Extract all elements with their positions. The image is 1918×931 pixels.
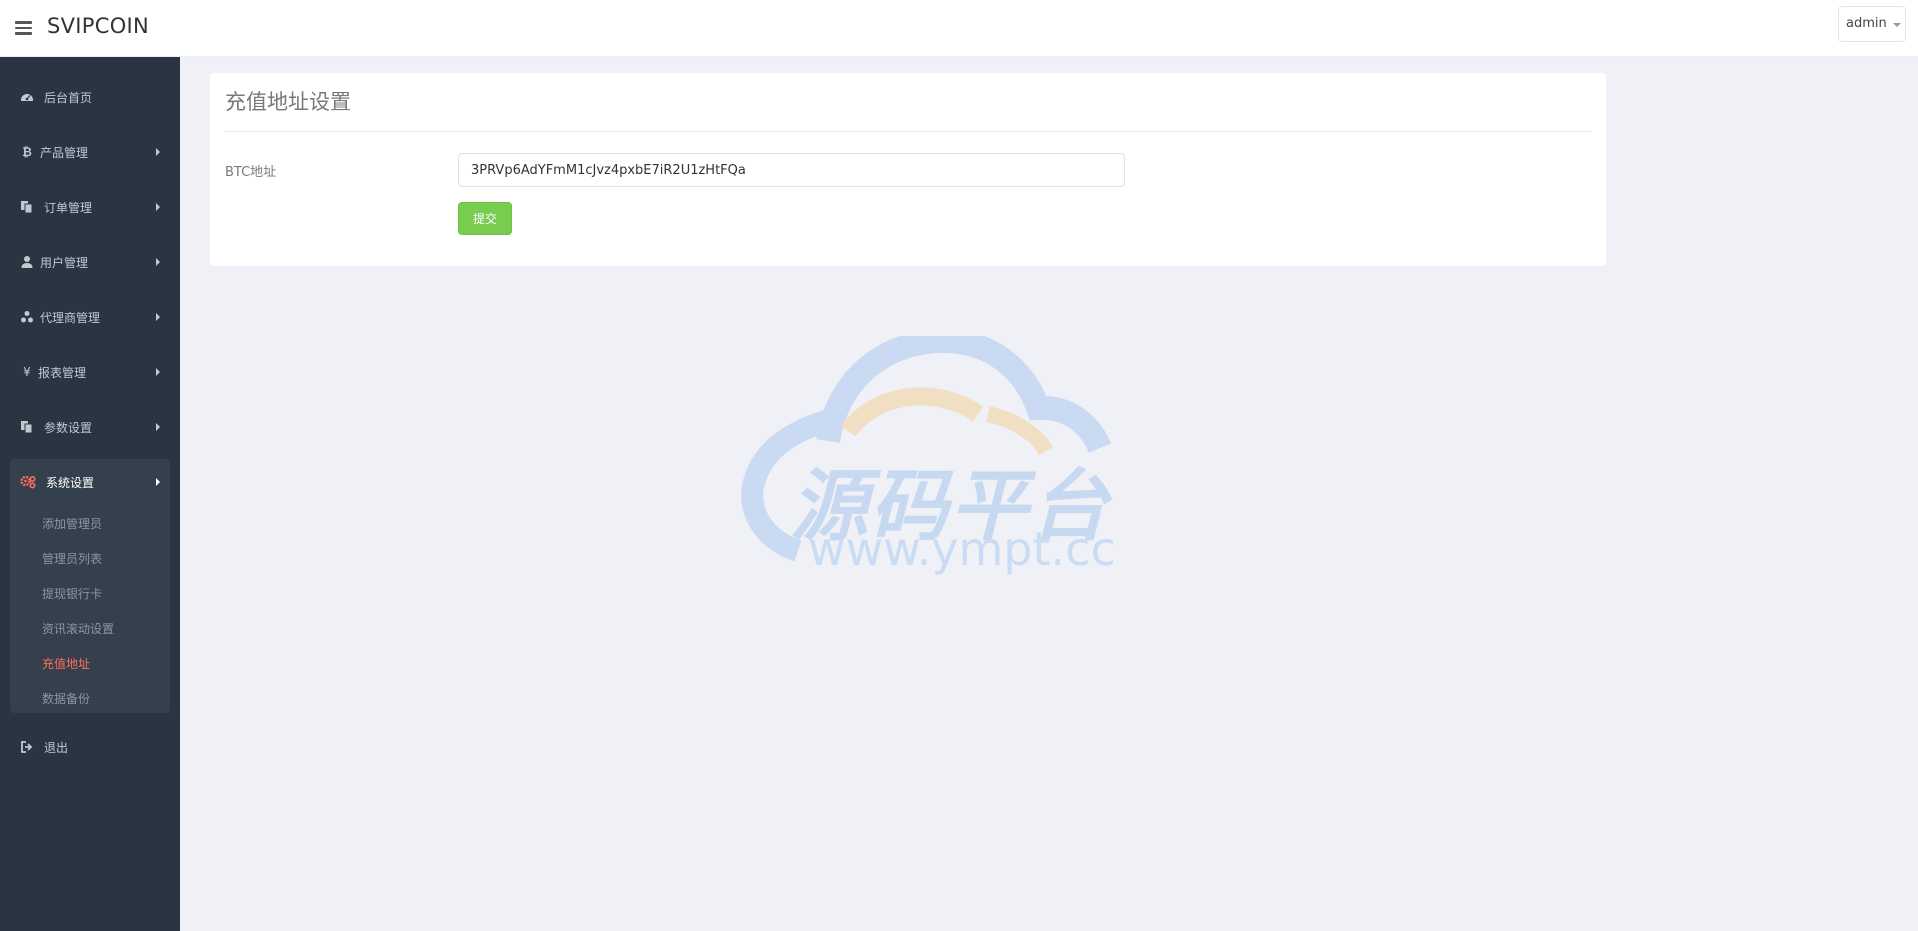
submenu-item-data-backup[interactable]: 数据备份: [42, 690, 90, 707]
user-icon: [20, 255, 34, 269]
sidebar-item-agents[interactable]: 代理商管理: [0, 297, 180, 337]
sidebar-item-products[interactable]: ₿ 产品管理: [0, 132, 180, 172]
sidebar-item-label: 产品管理: [40, 146, 89, 160]
sidebar-item-orders[interactable]: 订单管理: [0, 187, 180, 227]
sitemap-icon: [20, 310, 34, 324]
sidebar-item-users[interactable]: 用户管理: [0, 242, 180, 282]
chevron-right-icon: [156, 148, 160, 156]
sidebar-item-label: 报表管理: [38, 366, 87, 380]
user-dropdown-button[interactable]: admin: [1838, 6, 1906, 42]
divider: [225, 131, 1591, 132]
caret-down-icon: [1893, 23, 1901, 27]
sidebar-item-logout[interactable]: 退出: [0, 727, 180, 767]
chevron-right-icon: [156, 368, 160, 376]
watermark-url: www.ympt.cc: [808, 522, 1116, 576]
menu-toggle-icon[interactable]: [15, 21, 32, 35]
sidebar-item-label: 参数设置: [44, 421, 93, 435]
submit-button[interactable]: 提交: [458, 202, 512, 235]
submenu-item-news-scroll[interactable]: 资讯滚动设置: [42, 620, 114, 637]
page-title: 充值地址设置: [225, 90, 351, 114]
sidebar-item-params[interactable]: 参数设置: [0, 407, 180, 447]
btc-address-label: BTC地址: [225, 165, 277, 180]
submenu-item-withdraw-card[interactable]: 提现银行卡: [42, 585, 102, 602]
gears-icon: [20, 475, 36, 489]
sidebar-item-label: 后台首页: [44, 91, 93, 105]
dashboard-icon: [20, 90, 34, 104]
chevron-right-icon: [156, 203, 160, 211]
submenu-item-admin-list[interactable]: 管理员列表: [42, 550, 102, 567]
sidebar: 后台首页 ₿ 产品管理 订单管理 用户管理 代理商管理 ¥ 报表管理 参数设置 …: [0, 57, 180, 931]
copy-icon: [20, 200, 34, 214]
sidebar-group-system: 系统设置 添加管理员 管理员列表 提现银行卡 资讯滚动设置 充值地址 数据备份: [10, 459, 170, 713]
submenu-item-recharge-address[interactable]: 充值地址: [42, 655, 90, 672]
sidebar-item-label: 订单管理: [44, 201, 93, 215]
top-bar: SVIPCOIN admin: [0, 0, 1918, 57]
yen-icon: ¥: [23, 365, 31, 379]
btc-address-input[interactable]: [458, 153, 1125, 187]
chevron-right-icon: [156, 478, 160, 486]
sidebar-item-label: 系统设置: [46, 476, 95, 490]
submenu-item-add-admin[interactable]: 添加管理员: [42, 515, 102, 532]
sidebar-item-label: 退出: [44, 741, 69, 755]
sign-out-icon: [20, 740, 34, 754]
brand-logo[interactable]: SVIPCOIN: [47, 14, 149, 38]
sidebar-item-label: 代理商管理: [40, 311, 101, 325]
recharge-address-panel: 充值地址设置 BTC地址 提交: [210, 73, 1606, 266]
copy-icon: [20, 420, 34, 434]
sidebar-item-label: 用户管理: [40, 256, 89, 270]
chevron-right-icon: [156, 313, 160, 321]
sidebar-item-dashboard[interactable]: 后台首页: [0, 77, 180, 117]
chevron-right-icon: [156, 258, 160, 266]
sidebar-item-system-settings[interactable]: 系统设置: [0, 462, 180, 502]
watermark-logo: 源码平台 www.ympt.cc: [738, 328, 1172, 586]
chevron-right-icon: [156, 423, 160, 431]
sidebar-item-reports[interactable]: ¥ 报表管理: [0, 352, 180, 392]
user-name: admin: [1846, 16, 1887, 31]
bitcoin-icon: ₿: [22, 145, 32, 159]
